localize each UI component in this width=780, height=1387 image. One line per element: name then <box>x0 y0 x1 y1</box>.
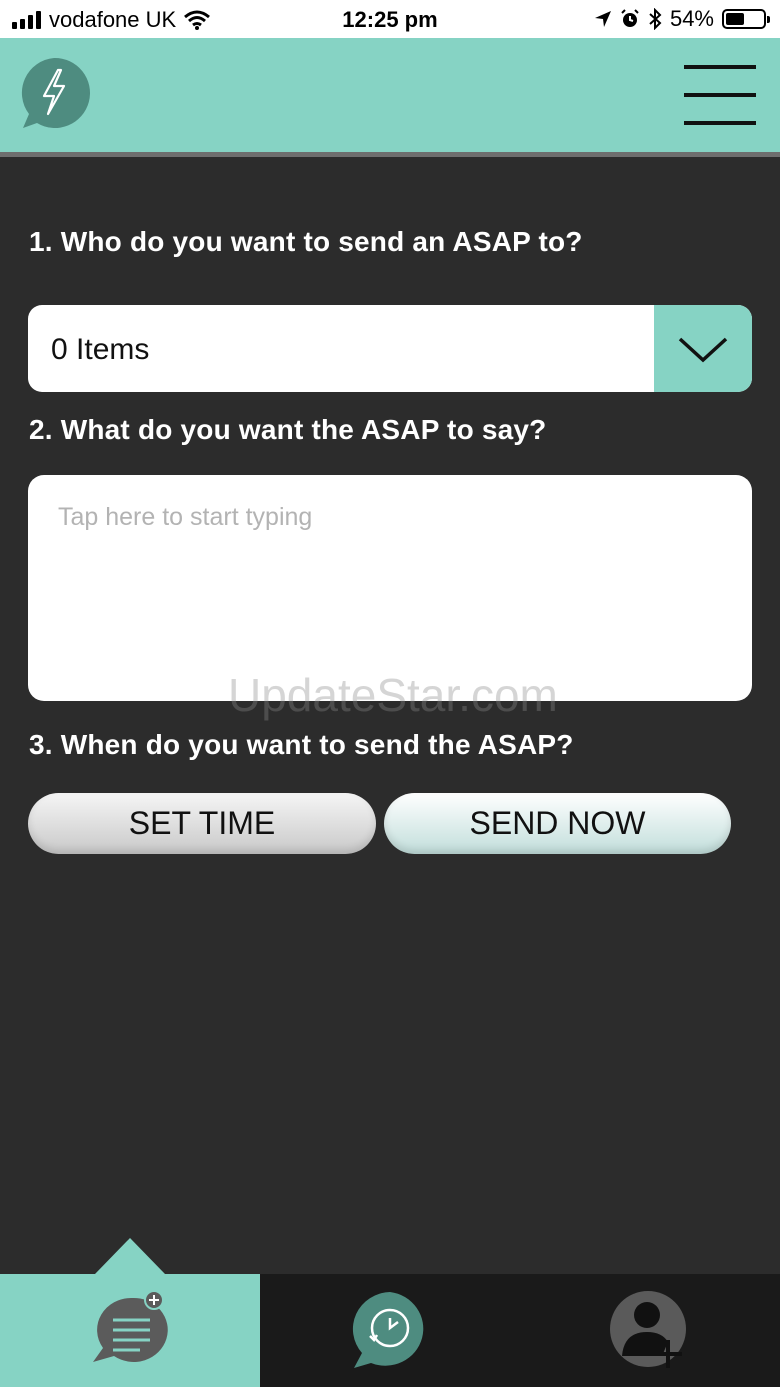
lightning-speech-bubble-icon[interactable] <box>17 56 91 130</box>
bluetooth-icon <box>649 8 662 30</box>
hamburger-menu-icon[interactable] <box>684 65 758 127</box>
tab-compose[interactable] <box>0 1274 260 1387</box>
question-when: 3. When do you want to send the ASAP? <box>29 729 574 760</box>
dropdown-toggle-button[interactable] <box>654 305 752 392</box>
alarm-clock-icon <box>621 9 639 27</box>
chevron-down-icon <box>678 337 728 363</box>
location-arrow-icon <box>594 11 611 27</box>
tab-contacts[interactable] <box>520 1274 780 1387</box>
recipients-dropdown[interactable]: 0 Items <box>28 305 752 392</box>
compose-message-icon <box>93 1290 168 1362</box>
battery-icon <box>722 9 770 29</box>
question-recipients: 1. Who do you want to send an ASAP to? <box>29 226 583 257</box>
question-message: 2. What do you want the ASAP to say? <box>29 414 547 445</box>
bottom-nav <box>0 1274 780 1387</box>
active-tab-indicator <box>95 1238 165 1274</box>
send-now-button[interactable]: SEND NOW <box>384 793 731 854</box>
status-right: 54% <box>594 6 770 32</box>
battery-percent: 54% <box>669 6 714 31</box>
set-time-button[interactable]: SET TIME <box>28 793 376 854</box>
watermark: UpdateStar.com <box>228 669 558 721</box>
status-bar: vodafone UK 12:25 pm 54% <box>0 0 780 38</box>
tab-history[interactable] <box>260 1274 520 1387</box>
app-header <box>0 38 780 157</box>
scheduled-history-icon <box>352 1292 424 1368</box>
recipients-value: 0 Items <box>51 333 150 366</box>
add-contact-icon <box>610 1291 686 1368</box>
